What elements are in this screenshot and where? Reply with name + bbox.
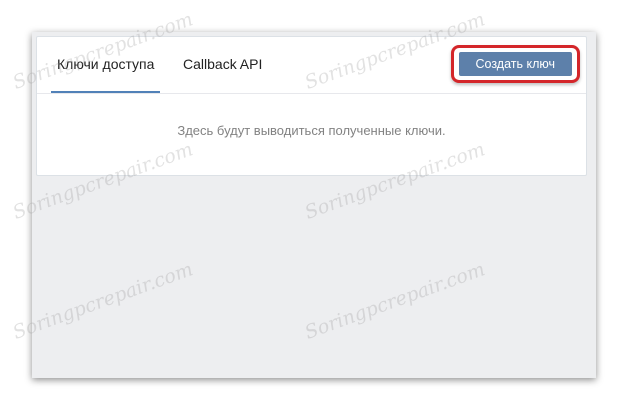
tab-bar: Ключи доступа Callback API Создать ключ [37,37,586,94]
empty-state-message: Здесь будут выводиться полученные ключи. [177,123,446,138]
create-key-highlight: Создать ключ [450,45,580,83]
tab-access-keys[interactable]: Ключи доступа [51,37,161,93]
tab-callback-api[interactable]: Callback API [177,37,268,92]
create-key-button[interactable]: Создать ключ [458,52,572,76]
keys-panel: Ключи доступа Callback API Создать ключ … [36,36,587,176]
app-window: Ключи доступа Callback API Создать ключ … [32,32,596,378]
